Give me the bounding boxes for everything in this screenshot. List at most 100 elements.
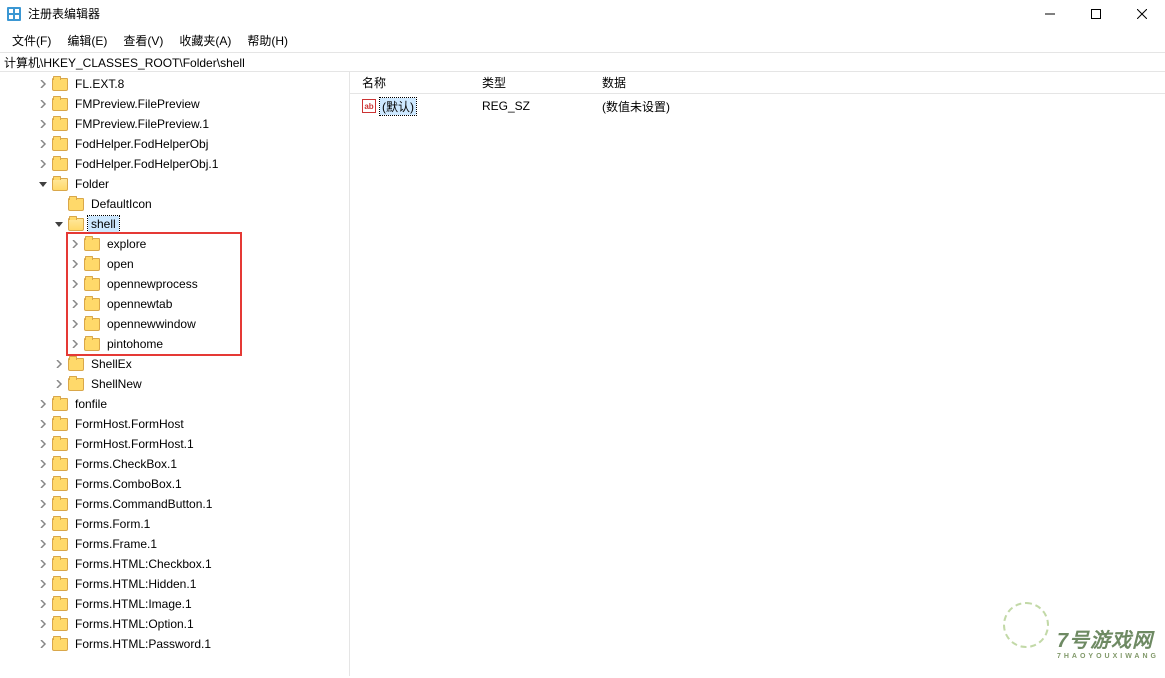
chevron-right-icon[interactable] <box>36 477 50 491</box>
string-value-icon: ab <box>362 99 376 113</box>
value-row[interactable]: ab (默认) REG_SZ (数值未设置) <box>350 96 1165 116</box>
chevron-right-icon[interactable] <box>36 117 50 131</box>
tree-item[interactable]: FodHelper.FodHelperObj <box>0 134 349 154</box>
chevron-right-icon[interactable] <box>36 157 50 171</box>
chevron-right-icon[interactable] <box>68 297 82 311</box>
addressbar[interactable]: 计算机\HKEY_CLASSES_ROOT\Folder\shell <box>0 52 1165 72</box>
menu-edit[interactable]: 编辑(E) <box>59 30 115 51</box>
tree-item[interactable]: Forms.Frame.1 <box>0 534 349 554</box>
tree-item[interactable]: open <box>0 254 349 274</box>
tree-item[interactable]: Forms.CommandButton.1 <box>0 494 349 514</box>
chevron-right-icon[interactable] <box>68 317 82 331</box>
chevron-right-icon[interactable] <box>52 357 66 371</box>
tree-pane[interactable]: FL.EXT.8 FMPreview.FilePreview FMPreview.F… <box>0 72 350 676</box>
chevron-right-icon[interactable] <box>36 417 50 431</box>
chevron-right-icon[interactable] <box>36 597 50 611</box>
tree-item-label: fonfile <box>72 396 110 412</box>
menu-file[interactable]: 文件(F) <box>4 30 59 51</box>
tree-item-label: ShellNew <box>88 376 145 392</box>
col-type[interactable]: 类型 <box>470 72 590 93</box>
chevron-right-icon[interactable] <box>68 237 82 251</box>
tree-item[interactable]: Forms.HTML:Option.1 <box>0 614 349 634</box>
tree-item[interactable]: Forms.HTML:Hidden.1 <box>0 574 349 594</box>
tree-item[interactable]: FormHost.FormHost <box>0 414 349 434</box>
tree-item-label: Forms.HTML:Option.1 <box>72 616 197 632</box>
tree-item[interactable]: Forms.HTML:Checkbox.1 <box>0 554 349 574</box>
tree-item[interactable]: DefaultIcon <box>0 194 349 214</box>
chevron-down-icon[interactable] <box>36 177 50 191</box>
folder-icon <box>84 338 100 351</box>
folder-icon <box>52 558 68 571</box>
col-name[interactable]: 名称 <box>350 72 470 93</box>
tree-item[interactable]: shell <box>0 214 349 234</box>
tree-item[interactable]: opennewwindow <box>0 314 349 334</box>
tree-item[interactable]: Forms.HTML:Image.1 <box>0 594 349 614</box>
menu-help[interactable]: 帮助(H) <box>239 30 296 51</box>
tree-item[interactable]: ShellNew <box>0 374 349 394</box>
maximize-button[interactable] <box>1073 0 1119 28</box>
folder-icon <box>52 578 68 591</box>
tree-item[interactable]: FormHost.FormHost.1 <box>0 434 349 454</box>
tree-item[interactable]: FodHelper.FodHelperObj.1 <box>0 154 349 174</box>
col-data[interactable]: 数据 <box>590 72 1165 93</box>
tree-item[interactable]: opennewprocess <box>0 274 349 294</box>
tree-item[interactable]: FMPreview.FilePreview.1 <box>0 114 349 134</box>
menu-favorites[interactable]: 收藏夹(A) <box>171 30 239 51</box>
chevron-right-icon[interactable] <box>36 77 50 91</box>
chevron-right-icon[interactable] <box>36 557 50 571</box>
chevron-right-icon[interactable] <box>52 377 66 391</box>
chevron-right-icon[interactable] <box>36 137 50 151</box>
folder-icon <box>52 438 68 451</box>
tree-item[interactable]: Forms.HTML:Password.1 <box>0 634 349 654</box>
folder-icon <box>84 258 100 271</box>
tree-item-label: Forms.Form.1 <box>72 516 153 532</box>
tree-item-label: explore <box>104 236 149 252</box>
chevron-right-icon[interactable] <box>68 257 82 271</box>
chevron-right-icon[interactable] <box>36 517 50 531</box>
chevron-down-icon[interactable] <box>52 217 66 231</box>
folder-icon <box>84 238 100 251</box>
chevron-right-icon[interactable] <box>36 617 50 631</box>
tree-item[interactable]: Folder <box>0 174 349 194</box>
tree-item[interactable]: explore <box>0 234 349 254</box>
close-button[interactable] <box>1119 0 1165 28</box>
chevron-right-icon[interactable] <box>68 277 82 291</box>
tree-item[interactable]: Forms.Form.1 <box>0 514 349 534</box>
content: FL.EXT.8 FMPreview.FilePreview FMPreview.F… <box>0 72 1165 676</box>
tree-item-label: ShellEx <box>88 356 135 372</box>
chevron-right-icon[interactable] <box>36 437 50 451</box>
tree-item-label: Forms.HTML:Checkbox.1 <box>72 556 215 572</box>
tree-item-label: FMPreview.FilePreview <box>72 96 203 112</box>
chevron-right-icon[interactable] <box>36 497 50 511</box>
tree-item-label: FodHelper.FodHelperObj <box>72 136 211 152</box>
tree-item-label: pintohome <box>104 336 166 352</box>
folder-icon <box>52 518 68 531</box>
tree-item[interactable]: Forms.CheckBox.1 <box>0 454 349 474</box>
chevron-right-icon[interactable] <box>36 457 50 471</box>
tree-item-label: Forms.CommandButton.1 <box>72 496 215 512</box>
chevron-right-icon[interactable] <box>36 577 50 591</box>
chevron-right-icon[interactable] <box>36 637 50 651</box>
menu-view[interactable]: 查看(V) <box>115 30 171 51</box>
tree-item-label: Forms.HTML:Hidden.1 <box>72 576 199 592</box>
tree-item[interactable]: pintohome <box>0 334 349 354</box>
tree-item[interactable]: ShellEx <box>0 354 349 374</box>
minimize-button[interactable] <box>1027 0 1073 28</box>
tree-item[interactable]: Forms.ComboBox.1 <box>0 474 349 494</box>
folder-icon <box>52 598 68 611</box>
tree-item[interactable]: FL.EXT.8 <box>0 74 349 94</box>
folder-icon <box>84 278 100 291</box>
chevron-right-icon[interactable] <box>36 397 50 411</box>
tree-item[interactable]: opennewtab <box>0 294 349 314</box>
tree-item[interactable]: FMPreview.FilePreview <box>0 94 349 114</box>
tree-item-label: opennewprocess <box>104 276 201 292</box>
folder-icon <box>52 78 68 91</box>
folder-icon <box>52 98 68 111</box>
tree-item[interactable]: fonfile <box>0 394 349 414</box>
chevron-right-icon[interactable] <box>36 537 50 551</box>
tree-item-label: opennewtab <box>104 296 175 312</box>
chevron-right-icon[interactable] <box>36 97 50 111</box>
values-pane[interactable]: 名称 类型 数据 ab (默认) REG_SZ (数值未设置) <box>350 72 1165 676</box>
chevron-right-icon[interactable] <box>68 337 82 351</box>
tree-item-label: FL.EXT.8 <box>72 76 127 92</box>
